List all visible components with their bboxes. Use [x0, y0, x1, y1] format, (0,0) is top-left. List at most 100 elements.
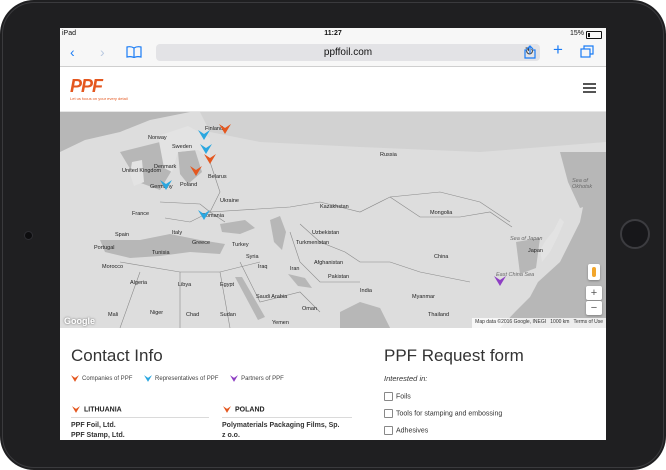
- country-lithuania-label: LITHUANIA: [84, 406, 122, 414]
- tabs-icon[interactable]: [580, 45, 594, 60]
- map-label-libya: Libya: [178, 282, 192, 288]
- google-logo: Google: [64, 316, 95, 326]
- map-label-kazakhstan: Kazakhstan: [320, 204, 349, 210]
- map-label-spain: Spain: [115, 232, 130, 238]
- legend-company-icon: [71, 375, 79, 382]
- legend-partners-label: Partners of PPF: [241, 376, 284, 383]
- map-label-pakistan: Pakistan: [328, 274, 350, 280]
- request-form-heading: PPF Request form: [384, 346, 524, 365]
- map-landmass: [60, 112, 606, 328]
- company-name: PPF Stamp, Ltd.: [71, 432, 125, 439]
- map-label-morocco: Morocco: [102, 264, 124, 270]
- map-label-ukraine: Ukraine: [220, 198, 239, 204]
- map-label-sweden: Sweden: [172, 144, 192, 150]
- checkbox-box[interactable]: [384, 426, 393, 435]
- map-label-russia: Russia: [380, 152, 397, 158]
- battery-percent: 15%: [569, 30, 584, 37]
- ipad-frame: iPad 11:27 15% ‹ › ppffoil.com ↻ + PPF L…: [0, 0, 666, 470]
- map-label-tunisia: Tunisia: [152, 250, 170, 256]
- map-pin-partner[interactable]: [494, 276, 506, 286]
- checkbox-foils[interactable]: Foils: [384, 392, 411, 401]
- map-label-turkey: Turkey: [232, 242, 249, 248]
- company-entry: Polymaterials Packaging Films, Sp. z o.o…: [222, 421, 340, 440]
- attribution-text: Map data ©2016 Google, INEGI: [475, 319, 547, 325]
- site-header: PPF Let us focus on your every detail: [60, 67, 606, 112]
- checkbox-box[interactable]: [384, 409, 393, 418]
- company-marker-icon: [72, 406, 80, 413]
- map-pin-company[interactable]: [204, 154, 216, 164]
- zoom-in-button[interactable]: +: [586, 286, 602, 300]
- map-pin-representative[interactable]: [198, 130, 210, 140]
- map-label-oman: Oman: [302, 306, 317, 312]
- interested-in-label: Interested in:: [384, 374, 428, 383]
- map-label-belarus: Belarus: [208, 174, 227, 180]
- screen: iPad 11:27 15% ‹ › ppffoil.com ↻ + PPF L…: [60, 28, 606, 440]
- battery-icon: [586, 31, 602, 39]
- map-label-mongolia: Mongolia: [430, 210, 453, 216]
- url-text: ppffoil.com: [323, 47, 373, 58]
- hamburger-menu-icon[interactable]: [583, 83, 596, 94]
- map-label-uzbekistan: Uzbekistan: [312, 230, 340, 236]
- checkbox-label: Adhesives: [396, 427, 429, 435]
- legend-partners: Partners of PPF: [230, 375, 284, 382]
- clock: 11:27: [324, 30, 342, 37]
- map-label-greece: Greece: [192, 240, 211, 246]
- map-label-france: France: [132, 211, 150, 217]
- divider: [222, 417, 352, 418]
- country-poland: POLAND: [223, 406, 265, 413]
- legend-companies: Companies of PPF: [71, 375, 132, 382]
- map-pin-company[interactable]: [190, 166, 202, 176]
- checkbox-box[interactable]: [384, 392, 393, 401]
- new-tab-icon[interactable]: +: [553, 41, 563, 58]
- bookmarks-icon[interactable]: [126, 46, 142, 60]
- map-label-norway: Norway: [148, 135, 167, 141]
- map-label-myanmar: Myanmar: [412, 294, 435, 300]
- scale-text: 1000 km: [550, 319, 570, 325]
- map-label-sudan: Sudan: [220, 312, 236, 318]
- legend-representative-icon: [144, 375, 153, 382]
- map-label-turkmenistan: Turkmenistan: [296, 240, 330, 246]
- share-icon[interactable]: [524, 45, 536, 61]
- front-camera: [24, 231, 33, 240]
- legend-companies-label: Companies of PPF: [82, 376, 133, 383]
- map-label-united-kingdom: United Kingdom: [122, 168, 162, 174]
- map-pin-representative[interactable]: [200, 144, 212, 154]
- map-label-niger: Niger: [150, 310, 164, 316]
- checkbox-label: Tools for stamping and embossing: [396, 410, 503, 418]
- map-label-algeria: Algeria: [130, 280, 148, 286]
- map-label-syria: Syria: [246, 254, 259, 260]
- zoom-out-button[interactable]: −: [586, 301, 602, 315]
- address-bar[interactable]: ppffoil.com ↻: [156, 44, 540, 61]
- map-label-iraq: Iraq: [258, 264, 268, 270]
- map-pin-representative[interactable]: [160, 180, 172, 190]
- legend-partner-icon: [230, 375, 239, 382]
- map-pin-company[interactable]: [219, 124, 231, 134]
- divider: [71, 417, 209, 418]
- company-name: Polymaterials Packaging Films, Sp.: [222, 422, 340, 429]
- map[interactable]: Finland Norway Sweden Russia Denmark Bel…: [60, 112, 606, 328]
- forward-icon[interactable]: ›: [100, 45, 105, 59]
- checkbox-tools[interactable]: Tools for stamping and embossing: [384, 409, 502, 418]
- logo-tagline: Let us focus on your every detail: [70, 96, 128, 101]
- contact-info-heading: Contact Info: [71, 346, 163, 365]
- home-button[interactable]: [620, 219, 650, 249]
- map-label-india: India: [360, 288, 372, 294]
- company-entry: PPF Foil, Ltd. PPF Stamp, Ltd.: [71, 421, 125, 440]
- status-bar: iPad 11:27 15%: [60, 28, 606, 40]
- map-label-afghanistan: Afghanistan: [314, 260, 344, 266]
- map-label-egypt: Egypt: [220, 282, 235, 288]
- map-pin-representative[interactable]: [198, 210, 210, 220]
- company-marker-icon: [223, 406, 231, 413]
- checkbox-adhesives[interactable]: Adhesives: [384, 426, 428, 435]
- ppf-logo[interactable]: PPF Let us focus on your every detail: [70, 77, 128, 101]
- map-label-yemen: Yemen: [272, 320, 289, 326]
- map-label-saudi-arabia: Saudi Arabia: [256, 294, 288, 300]
- back-icon[interactable]: ‹: [70, 45, 75, 59]
- street-view-pegman-icon[interactable]: [588, 264, 600, 280]
- map-label-sea-of-okhotsk: Sea of Okhotsk: [572, 178, 593, 190]
- legend-representatives: Representatives of PPF: [144, 375, 218, 382]
- terms-link[interactable]: Terms of Use: [574, 319, 603, 325]
- map-label-portugal: Portugal: [94, 245, 115, 251]
- map-label-thailand: Thailand: [428, 312, 450, 318]
- map-attribution: Map data ©2016 Google, INEGI 1000 km Ter…: [472, 318, 606, 328]
